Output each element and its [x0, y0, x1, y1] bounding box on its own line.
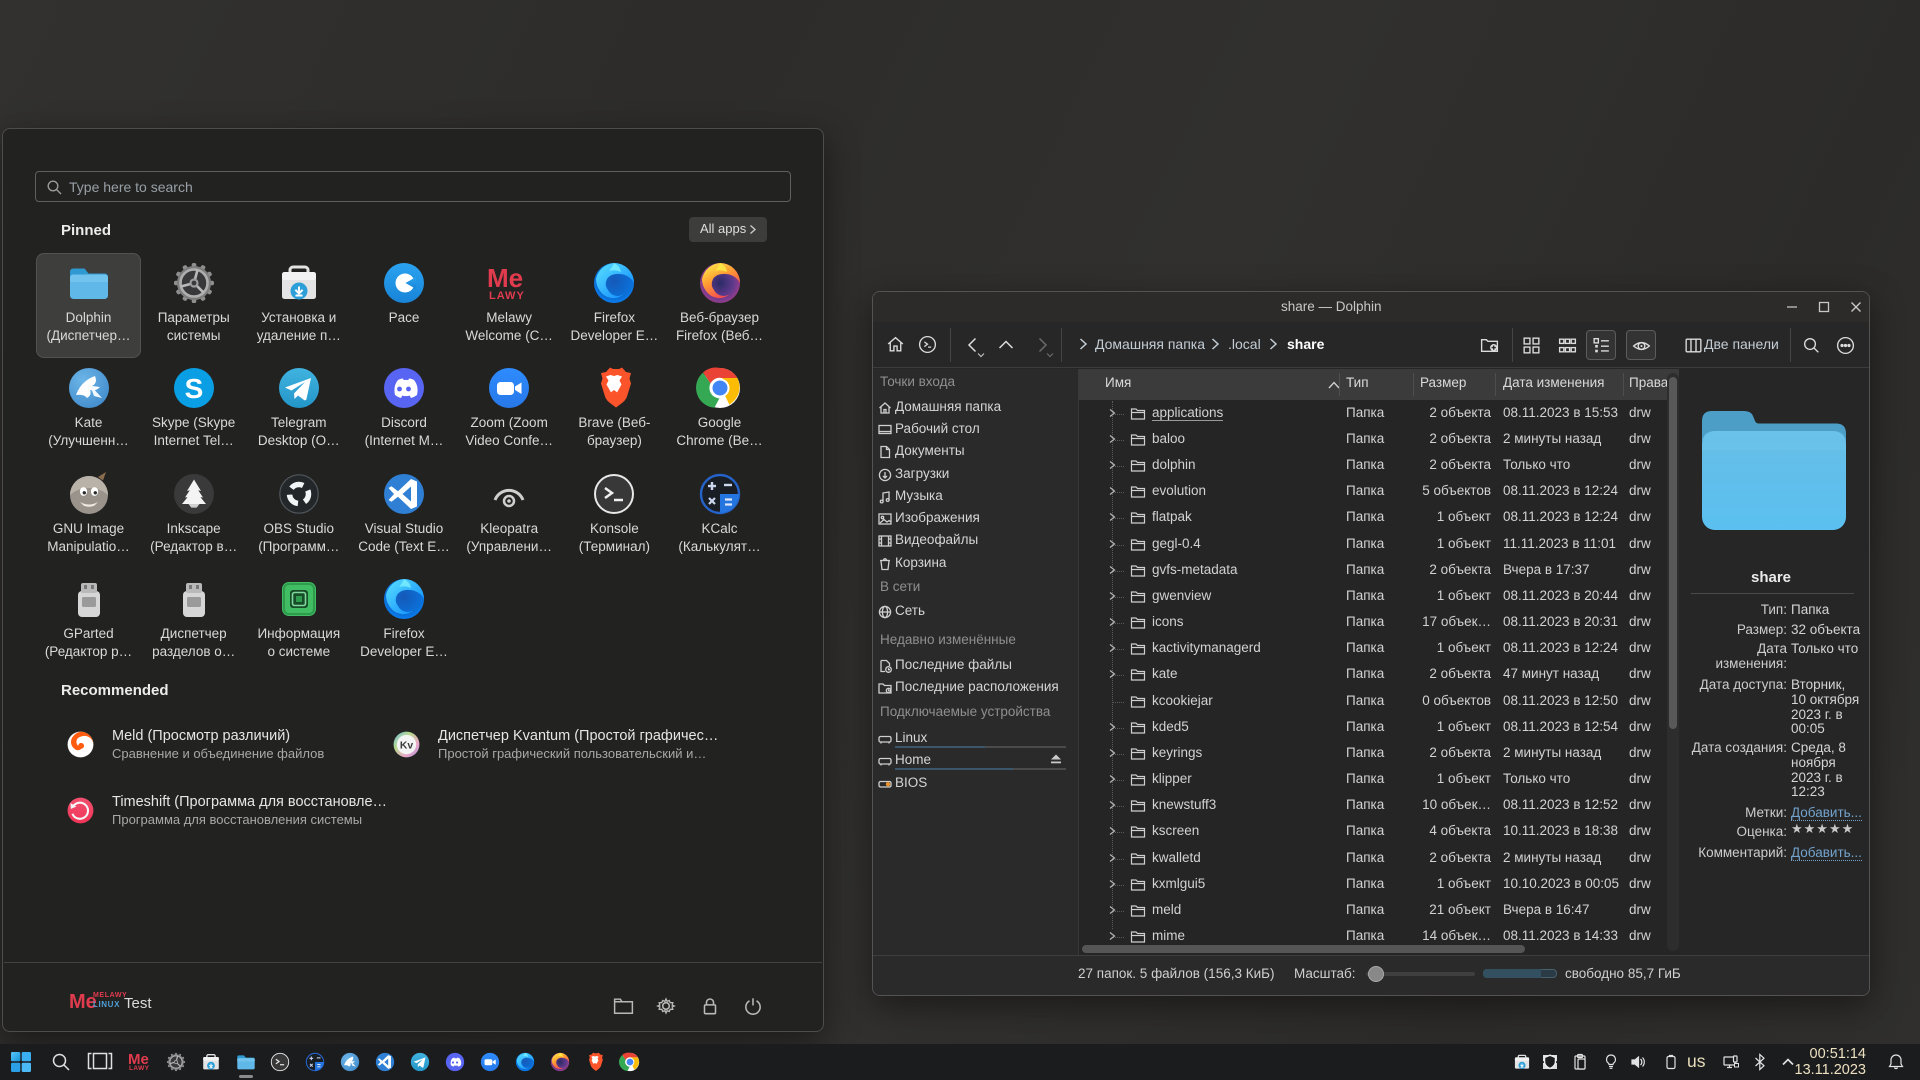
svg-text:Me: Me [487, 263, 523, 293]
svg-text:LAWY: LAWY [489, 290, 525, 302]
svg-text:S: S [184, 373, 203, 404]
svg-text:Kv: Kv [400, 740, 413, 751]
